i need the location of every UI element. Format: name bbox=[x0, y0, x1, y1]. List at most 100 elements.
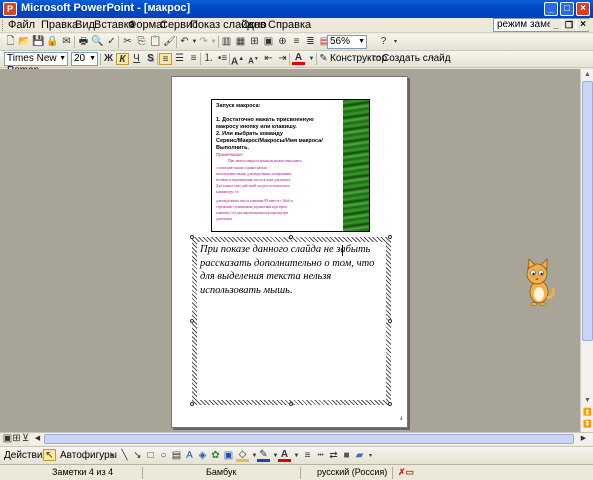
spelling-icon[interactable]: ✓ bbox=[105, 36, 118, 48]
toolbar-options-icon[interactable]: ▾ bbox=[426, 53, 439, 65]
toolbar-separator bbox=[176, 36, 177, 48]
powerpoint-app-icon[interactable]: P bbox=[3, 2, 17, 16]
arrow-style-icon[interactable]: ⇄ bbox=[327, 450, 340, 462]
font-name-select[interactable]: Times New Roman ▼ bbox=[4, 52, 68, 76]
chevron-down-icon: ▼ bbox=[89, 55, 96, 62]
slide-thumbnail[interactable]: Запуск макроса: 1. Достаточно нажать при… bbox=[211, 99, 370, 232]
scroll-down-icon[interactable]: ▼ bbox=[582, 395, 593, 406]
resize-handle[interactable] bbox=[388, 402, 392, 406]
print-preview-icon[interactable]: 🔍 bbox=[91, 36, 104, 48]
horizontal-scroll-thumb[interactable] bbox=[44, 434, 574, 444]
vertical-scrollbar[interactable]: ▲ ▼ ⏫ ⏬ bbox=[580, 69, 593, 432]
decrease-font-icon[interactable]: A▼ bbox=[247, 53, 260, 66]
slide-small-line: документа. bbox=[216, 217, 233, 221]
menu-grip[interactable] bbox=[2, 20, 5, 31]
show-formatting-icon[interactable]: ≣ bbox=[304, 36, 317, 48]
maximize-button[interactable]: □ bbox=[560, 2, 574, 16]
new-slide-button[interactable]: Создать слайд bbox=[382, 53, 451, 64]
underline-button[interactable]: Ч bbox=[130, 53, 143, 65]
resize-handle[interactable] bbox=[190, 402, 194, 406]
menu-help[interactable]: Справка bbox=[268, 19, 311, 31]
toolbar-options-icon[interactable]: ▾ bbox=[364, 450, 377, 462]
font-color-icon[interactable]: A bbox=[292, 53, 305, 65]
close-button[interactable]: × bbox=[576, 2, 590, 16]
horizontal-scrollbar[interactable]: ◀ ▶ bbox=[30, 433, 593, 445]
zoom-select[interactable]: 56% ▼ bbox=[327, 35, 367, 49]
doc-restore-icon[interactable]: ❐ bbox=[563, 19, 575, 31]
resize-handle[interactable] bbox=[388, 319, 392, 323]
print-icon[interactable]: 🖶 bbox=[77, 36, 90, 48]
decrease-indent-icon[interactable]: ⇤ bbox=[262, 53, 275, 65]
resize-handle[interactable] bbox=[289, 402, 293, 406]
office-assistant-cat[interactable] bbox=[520, 258, 556, 306]
insert-table-icon[interactable]: ▦ bbox=[234, 36, 247, 48]
toolbar-separator bbox=[229, 53, 230, 65]
bullets-icon[interactable]: •≡ bbox=[216, 53, 229, 65]
toolbar-separator bbox=[289, 53, 290, 65]
insert-picture-icon[interactable]: ▣ bbox=[262, 36, 275, 48]
menu-window[interactable]: Окно bbox=[241, 19, 267, 31]
slide-step2-line1: 2. Или выбрать команду bbox=[216, 131, 283, 137]
numbering-icon[interactable]: ⒈ bbox=[202, 53, 215, 65]
line-style-icon[interactable]: ≡ bbox=[301, 450, 314, 462]
select-pointer-icon[interactable]: ↖ bbox=[43, 449, 56, 461]
resize-handle[interactable] bbox=[388, 235, 392, 239]
menu-file[interactable]: Файл bbox=[8, 19, 35, 31]
permission-icon[interactable]: 🔒 bbox=[46, 36, 59, 48]
insert-chart-icon[interactable]: ▥ bbox=[220, 36, 233, 48]
resize-handle[interactable] bbox=[190, 235, 194, 239]
design-icon[interactable]: ✎ bbox=[317, 53, 330, 65]
resize-handle[interactable] bbox=[190, 319, 194, 323]
align-right-icon[interactable]: ≡ bbox=[187, 53, 200, 65]
resize-handle[interactable] bbox=[289, 235, 293, 239]
new-document-icon[interactable]: 🗋 bbox=[4, 36, 17, 48]
spelling-status-icon[interactable]: ✗▭ bbox=[398, 467, 414, 478]
align-left-icon[interactable]: ≡ bbox=[159, 53, 172, 65]
increase-font-icon[interactable]: A▲ bbox=[231, 53, 244, 67]
open-icon[interactable]: 📂 bbox=[18, 36, 31, 48]
doc-minimize-icon[interactable]: _ bbox=[550, 19, 562, 31]
toolbar-separator bbox=[157, 53, 158, 65]
cut-icon[interactable]: ✂ bbox=[121, 36, 134, 48]
scroll-thumb[interactable] bbox=[582, 81, 593, 341]
textbox-tool-icon[interactable]: ▤ bbox=[170, 450, 183, 462]
shadow-style-icon[interactable]: ■ bbox=[340, 450, 353, 462]
copy-icon[interactable]: ⎘ bbox=[135, 36, 148, 48]
paste-icon[interactable]: 📋 bbox=[149, 36, 162, 48]
save-icon[interactable]: 💾 bbox=[32, 36, 45, 48]
insert-diagram-icon[interactable]: ⊕ bbox=[276, 36, 289, 48]
dash-style-icon[interactable]: ┅ bbox=[314, 450, 327, 462]
shadow-button[interactable]: S bbox=[144, 53, 157, 65]
picture-icon[interactable]: ▣ bbox=[222, 450, 235, 462]
menu-edit[interactable]: Правка bbox=[41, 19, 78, 31]
wordart-icon[interactable]: A bbox=[183, 450, 196, 462]
align-center-icon[interactable]: ☰ bbox=[173, 53, 186, 65]
format-painter-icon[interactable]: 🖌 bbox=[163, 36, 176, 48]
scroll-up-icon[interactable]: ▲ bbox=[582, 69, 593, 80]
oval-tool-icon[interactable]: ○ bbox=[157, 450, 170, 462]
line-tool-icon[interactable]: ╲ bbox=[118, 450, 131, 462]
diagram-icon[interactable]: ◈ bbox=[196, 450, 209, 462]
previous-slide-icon[interactable]: ⏫ bbox=[582, 407, 593, 418]
email-icon[interactable]: ✉ bbox=[60, 36, 73, 48]
scroll-left-icon[interactable]: ◀ bbox=[31, 433, 44, 445]
chevron-down-icon: ▼ bbox=[358, 38, 365, 45]
notes-text[interactable]: При показе данного слайда не забыть расс… bbox=[200, 243, 384, 297]
arrow-tool-icon[interactable]: ↘ bbox=[131, 450, 144, 462]
toolbar-options-icon[interactable]: ▾ bbox=[389, 36, 402, 48]
increase-indent-icon[interactable]: ⇥ bbox=[276, 53, 289, 65]
tables-borders-icon[interactable]: ⊞ bbox=[248, 36, 261, 48]
rectangle-tool-icon[interactable]: □ bbox=[144, 450, 157, 462]
font-size-select[interactable]: 20 ▼ bbox=[71, 52, 98, 66]
menu-view[interactable]: Вид bbox=[75, 19, 95, 31]
toolbar-separator bbox=[100, 53, 101, 65]
italic-button[interactable]: К bbox=[116, 53, 129, 65]
bold-button[interactable]: Ж bbox=[102, 53, 115, 65]
next-slide-icon[interactable]: ⏬ bbox=[582, 419, 593, 430]
toolbar-separator bbox=[218, 36, 219, 48]
scroll-right-icon[interactable]: ▶ bbox=[577, 433, 590, 445]
expand-all-icon[interactable]: ≡ bbox=[290, 36, 303, 48]
clipart-icon[interactable]: ✿ bbox=[209, 450, 222, 462]
minimize-button[interactable]: _ bbox=[544, 2, 558, 16]
doc-close-icon[interactable]: × bbox=[577, 19, 589, 31]
